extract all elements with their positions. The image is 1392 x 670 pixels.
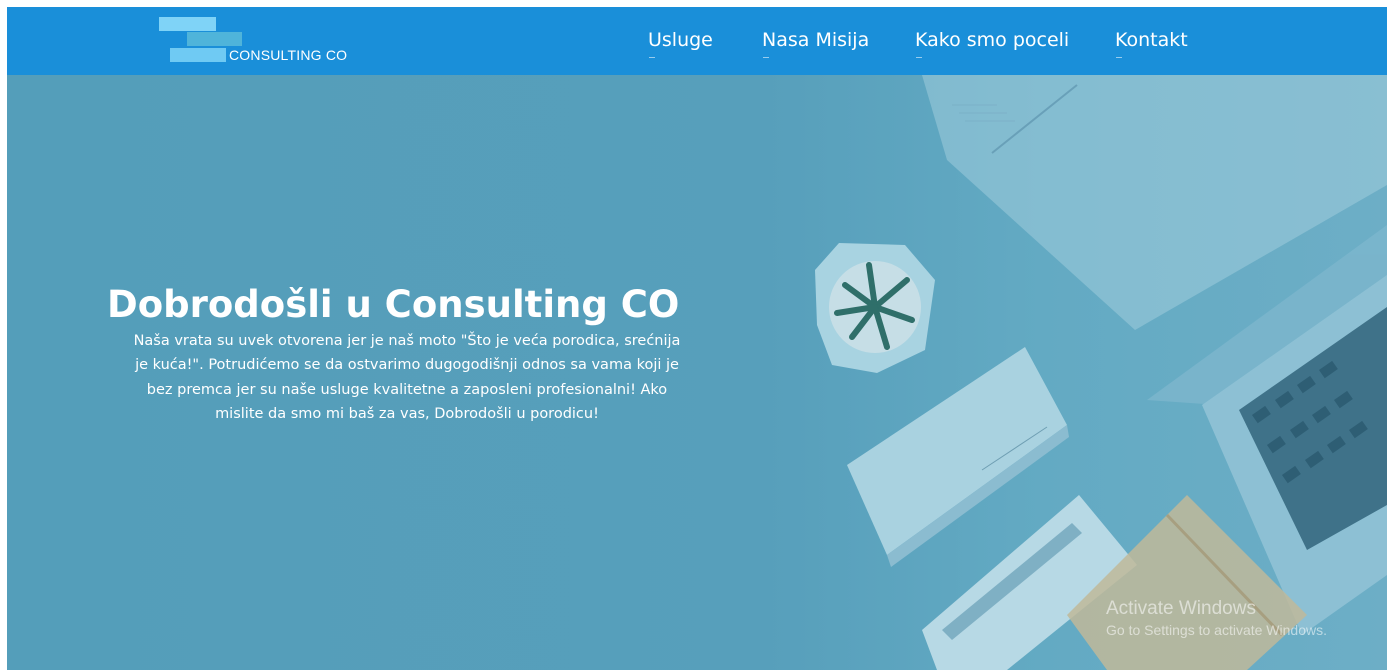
watermark-title: Activate Windows xyxy=(1106,598,1256,619)
nav-link-kontakt[interactable]: Kontakt xyxy=(1115,29,1188,58)
card-box xyxy=(847,347,1069,567)
logo-bar-bottom xyxy=(170,48,226,62)
nav-link-kako-smo-poceli[interactable]: Kako smo poceli xyxy=(915,29,1069,58)
hero-title: Dobrodošli u Consulting CO xyxy=(107,282,680,326)
navbar: CONSULTING CO Usluge Nasa Misija Kako sm… xyxy=(7,7,1387,75)
notebook-paper xyxy=(922,75,1387,330)
laptop xyxy=(1147,225,1387,635)
nav-link-usluge[interactable]: Usluge xyxy=(648,29,713,58)
hero-section: Dobrodošli u Consulting CO Naša vrata su… xyxy=(7,75,1387,670)
logo-bar-middle xyxy=(187,32,242,46)
site-logo[interactable]: CONSULTING CO xyxy=(157,17,357,67)
windows-activation-watermark: Activate Windows Go to Settings to activ… xyxy=(1106,598,1327,638)
folder xyxy=(1067,495,1307,670)
plant-pot xyxy=(815,243,935,373)
nav-link-nasa-misija[interactable]: Nasa Misija xyxy=(762,29,869,58)
watermark-subtitle: Go to Settings to activate Windows. xyxy=(1106,622,1327,638)
lower-notebook xyxy=(922,495,1137,670)
logo-bar-top xyxy=(159,17,216,31)
hero-description: Naša vrata su uvek otvorena jer je naš m… xyxy=(133,332,681,423)
logo-text: CONSULTING CO xyxy=(229,47,348,63)
browser-viewport: CONSULTING CO Usluge Nasa Misija Kako sm… xyxy=(7,7,1387,670)
